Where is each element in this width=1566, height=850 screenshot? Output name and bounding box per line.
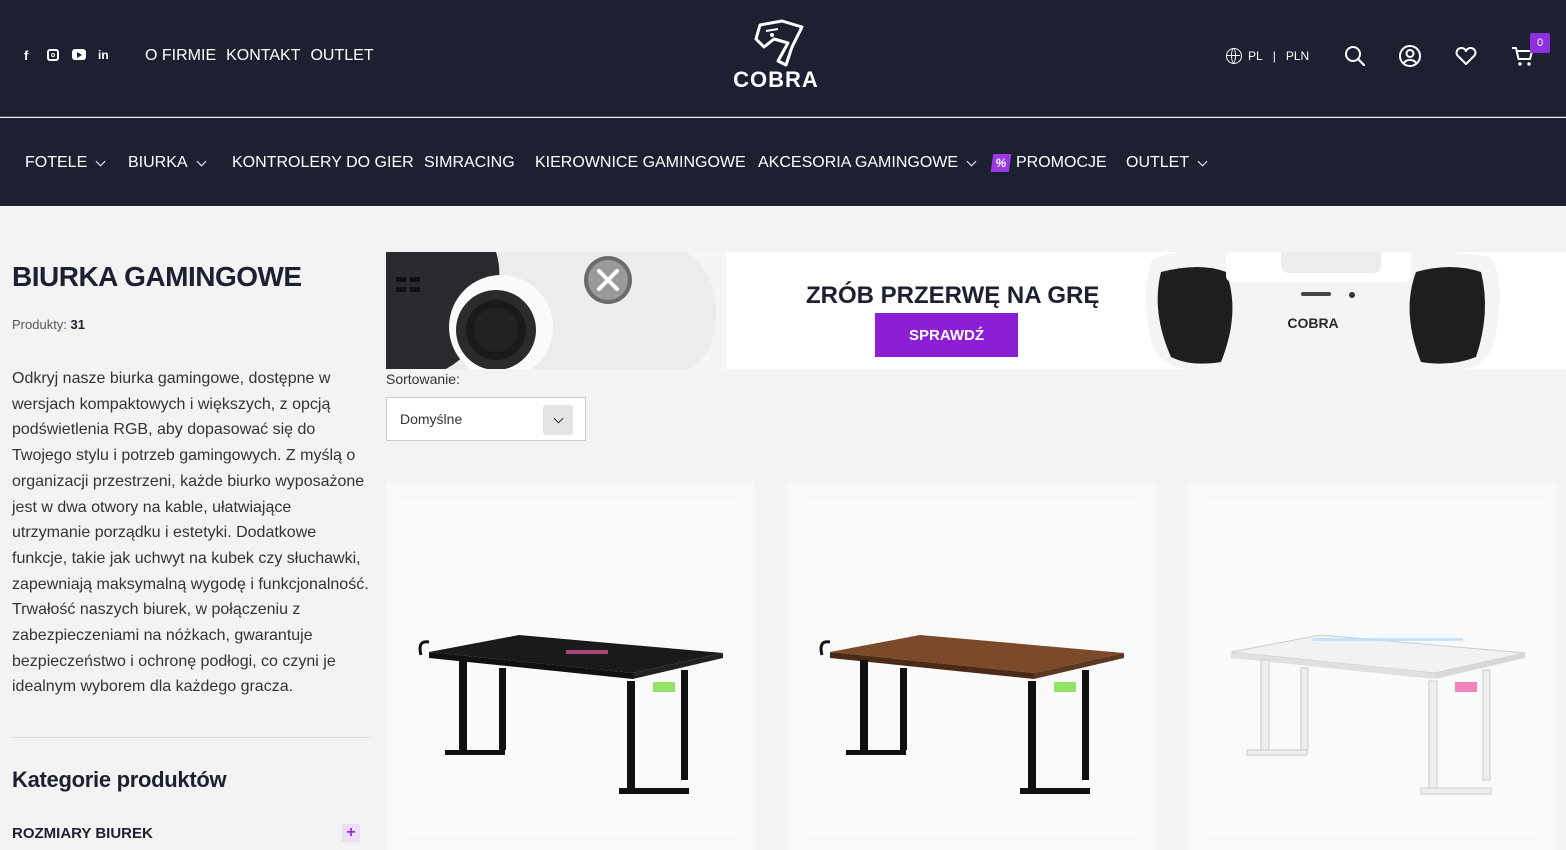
instagram-icon[interactable] xyxy=(47,49,59,61)
nav-label: PROMOCJE xyxy=(1016,154,1107,171)
account-icon[interactable] xyxy=(1398,44,1422,68)
banner-headline: ZRÓB PRZERWĘ NA GRĘ xyxy=(806,282,1100,309)
product-count: Produkty: 31 xyxy=(12,317,85,332)
nav-promocje[interactable]: % PROMOCJE xyxy=(990,154,1107,172)
sidebar-divider xyxy=(12,737,370,738)
product-image[interactable] xyxy=(802,500,1142,837)
product-image[interactable] xyxy=(1203,500,1543,837)
nav-akcesoria[interactable]: AKCESORIA GAMINGOWE xyxy=(758,154,977,172)
category-label: ROZMIARY BIUREK xyxy=(12,824,153,842)
sort-select[interactable]: Domyślne xyxy=(386,397,586,441)
nav-kierownice[interactable]: KIEROWNICE GAMINGOWE xyxy=(535,154,746,172)
product-card[interactable] xyxy=(1188,482,1557,850)
top-link-outlet[interactable]: OUTLET xyxy=(310,47,373,65)
language-label: PL xyxy=(1248,49,1263,63)
chevron-down-icon xyxy=(966,156,977,166)
category-item-rozmiary-biurek[interactable]: ROZMIARY BIUREK + xyxy=(12,824,360,842)
chevron-down-icon xyxy=(196,156,207,166)
wishlist-heart-icon[interactable] xyxy=(1454,44,1478,68)
nav-label: OUTLET xyxy=(1126,154,1190,171)
cobra-logo[interactable]: COBRA xyxy=(730,17,822,95)
product-image[interactable] xyxy=(401,500,741,837)
nav-outlet[interactable]: OUTLET xyxy=(1126,154,1208,172)
logo-wordmark: COBRA xyxy=(733,67,819,92)
language-currency-switcher[interactable]: PL | PLN xyxy=(1226,48,1309,64)
desk-white-image xyxy=(1230,634,1526,795)
globe-icon xyxy=(1226,48,1242,64)
product-count-label: Produkty: xyxy=(12,317,67,332)
banner-cta-button[interactable]: SPRAWDŹ xyxy=(875,313,1018,357)
cart-count-badge: 0 xyxy=(1530,33,1550,53)
nav-label: SIMRACING xyxy=(424,154,515,171)
facebook-icon[interactable]: f xyxy=(24,48,28,63)
lang-separator: | xyxy=(1272,49,1276,63)
promo-banner[interactable]: ZRÓB PRZERWĘ NA GRĘ SPRAWDŹ COBRA xyxy=(386,252,1566,369)
nav-biurka[interactable]: BIURKA xyxy=(128,154,207,172)
category-description: Odkryj nasze biurka gamingowe, dostępne … xyxy=(12,370,369,696)
controller-left-image xyxy=(386,252,726,369)
controller-right-image: COBRA xyxy=(1146,252,1500,369)
chevron-down-icon xyxy=(95,156,106,166)
main-nav: FOTELE BIURKA KONTROLERY DO GIER SIMRACI… xyxy=(0,118,1566,206)
sort-label: Sortowanie: xyxy=(386,371,460,387)
page-title: BIURKA GAMINGOWE xyxy=(12,261,302,292)
controller-logo-text: COBRA xyxy=(1287,315,1338,331)
top-header: f in O FIRMIE KONTAKT OUTLET COBRA PL | … xyxy=(0,0,1566,117)
expand-plus-icon[interactable]: + xyxy=(342,824,360,842)
nav-label: KONTROLERY DO GIER xyxy=(232,154,414,171)
nav-label: FOTELE xyxy=(25,154,88,171)
nav-label: BIURKA xyxy=(128,154,188,171)
top-link-kontakt[interactable]: KONTAKT xyxy=(226,47,300,65)
desk-black-image xyxy=(418,635,723,794)
chevron-down-icon xyxy=(1197,156,1208,166)
nav-label: KIEROWNICE GAMINGOWE xyxy=(535,154,746,171)
top-links: O FIRMIE KONTAKT OUTLET xyxy=(145,47,374,65)
top-link-o-firmie[interactable]: O FIRMIE xyxy=(145,47,216,65)
product-count-value: 31 xyxy=(70,317,86,332)
currency-label: PLN xyxy=(1285,49,1310,63)
product-card[interactable] xyxy=(386,482,755,850)
nav-label: AKCESORIA GAMINGOWE xyxy=(758,154,959,171)
percent-icon: % xyxy=(990,154,1012,172)
product-card[interactable] xyxy=(787,482,1156,850)
chevron-down-icon[interactable] xyxy=(543,405,573,435)
categories-heading: Kategorie produktów xyxy=(12,767,227,792)
linkedin-icon[interactable]: in xyxy=(98,48,109,62)
nav-kontrolery[interactable]: KONTROLERY DO GIER xyxy=(232,154,414,172)
sort-selected-value: Domyślne xyxy=(400,411,463,427)
youtube-icon[interactable] xyxy=(72,49,86,60)
search-icon[interactable] xyxy=(1343,44,1367,68)
nav-simracing[interactable]: SIMRACING xyxy=(424,154,515,172)
desk-walnut-image xyxy=(819,635,1124,794)
nav-fotele[interactable]: FOTELE xyxy=(25,154,106,172)
